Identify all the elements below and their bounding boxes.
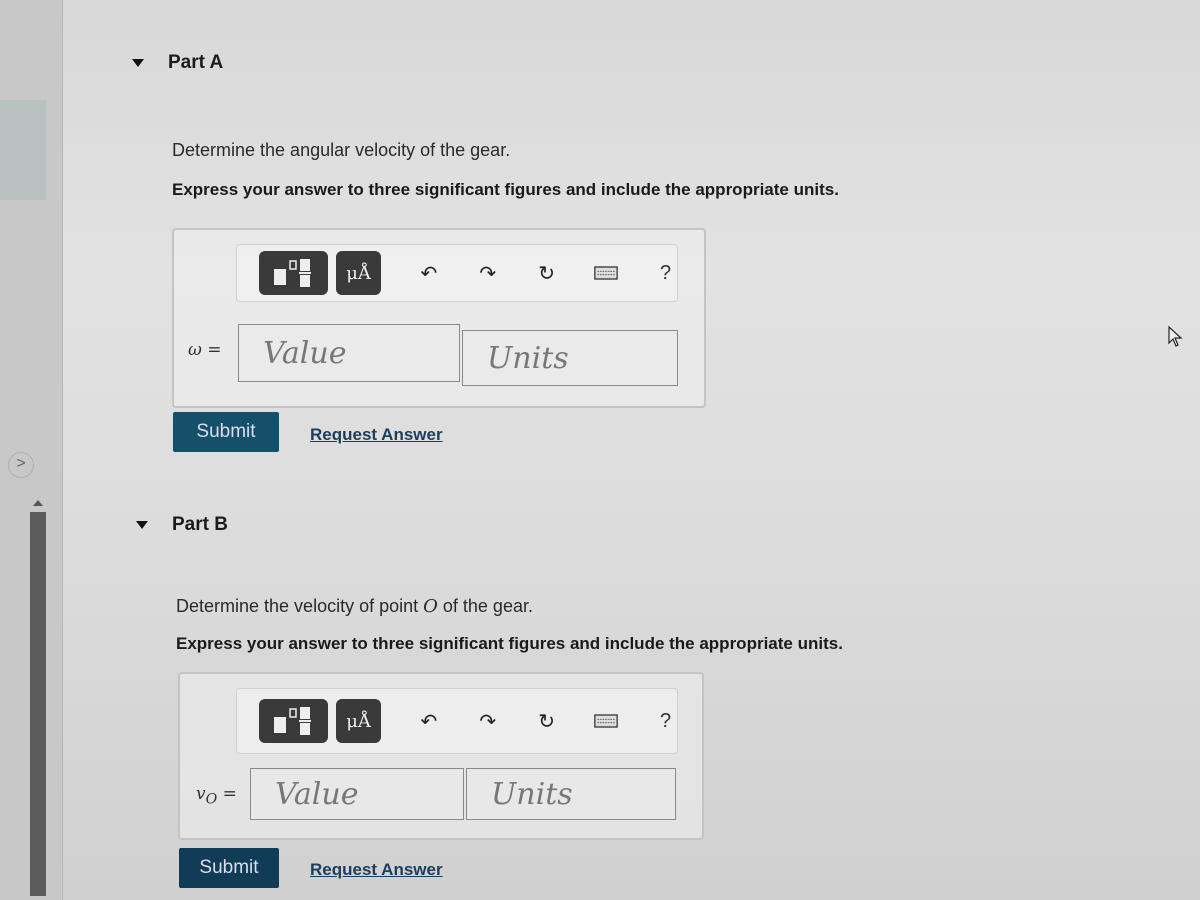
units-placeholder: Units xyxy=(487,340,569,376)
undo-icon: ↶ xyxy=(420,262,438,285)
templates-icon xyxy=(274,707,312,735)
keyboard-button[interactable] xyxy=(594,709,618,733)
mouse-cursor-icon xyxy=(1168,326,1183,347)
part-b-math-toolbar: μÅ ↶ ↷ ↻ ? xyxy=(236,688,678,754)
part-a-submit-button[interactable]: Submit xyxy=(173,412,279,452)
equals-sign: = xyxy=(217,784,237,804)
var-subscript: O xyxy=(205,791,218,808)
scrollbar[interactable] xyxy=(28,500,48,900)
part-a-request-answer-link[interactable]: Request Answer xyxy=(310,425,443,445)
part-a-value-input[interactable]: Value xyxy=(238,324,460,382)
reset-button[interactable]: ↻ xyxy=(535,261,558,285)
collapse-caret-icon[interactable] xyxy=(132,59,144,67)
redo-icon: ↷ xyxy=(479,262,497,285)
part-a-math-toolbar: μÅ ↶ ↷ ↻ ? xyxy=(236,244,678,302)
scroll-up-arrow-icon[interactable] xyxy=(33,500,43,506)
collapse-caret-icon[interactable] xyxy=(136,521,148,529)
var-symbol: v xyxy=(196,784,206,804)
point-symbol: O xyxy=(423,596,438,617)
part-a-title: Part A xyxy=(168,52,224,73)
part-b-request-answer-link[interactable]: Request Answer xyxy=(310,860,443,880)
part-b-question: Determine the velocity of point O of the… xyxy=(176,596,533,617)
units-icon: μÅ xyxy=(346,262,371,284)
part-b-submit-button[interactable]: Submit xyxy=(179,848,279,888)
part-b-value-input[interactable]: Value xyxy=(250,768,464,820)
units-icon: μÅ xyxy=(346,710,371,732)
part-a-answer-box: μÅ ↶ ↷ ↻ ? ω = Value Units xyxy=(172,228,706,408)
part-b-units-input[interactable]: Units xyxy=(466,768,676,820)
help-icon: ? xyxy=(660,261,672,284)
redo-button[interactable]: ↷ xyxy=(476,709,499,733)
units-button[interactable]: μÅ xyxy=(335,699,382,743)
templates-button[interactable] xyxy=(259,699,328,743)
keyboard-button[interactable] xyxy=(594,261,618,285)
templates-button[interactable] xyxy=(259,251,328,295)
reset-icon: ↻ xyxy=(538,710,556,733)
reset-button[interactable]: ↻ xyxy=(535,709,558,733)
part-a-header[interactable]: Part A xyxy=(132,52,223,74)
help-button[interactable]: ? xyxy=(654,261,677,285)
undo-button[interactable]: ↶ xyxy=(417,261,440,285)
sidebar-highlight xyxy=(0,100,46,200)
redo-icon: ↷ xyxy=(479,710,497,733)
units-placeholder: Units xyxy=(491,776,573,812)
part-a-instruction: Express your answer to three significant… xyxy=(172,180,839,199)
help-icon: ? xyxy=(660,709,672,732)
value-placeholder: Value xyxy=(275,776,359,812)
undo-icon: ↶ xyxy=(420,710,438,733)
question-text: of the gear. xyxy=(437,596,533,616)
redo-button[interactable]: ↷ xyxy=(476,261,499,285)
part-a-question: Determine the angular velocity of the ge… xyxy=(172,140,511,160)
part-b-header[interactable]: Part B xyxy=(136,514,228,536)
value-placeholder: Value xyxy=(263,335,347,371)
reset-icon: ↻ xyxy=(538,262,556,285)
expand-sidebar-button[interactable]: > xyxy=(8,452,34,478)
part-b-instruction: Express your answer to three significant… xyxy=(176,634,843,653)
question-text: Determine the velocity of point xyxy=(176,596,424,616)
chevron-right-icon: > xyxy=(16,455,26,472)
scrollbar-thumb[interactable] xyxy=(30,512,46,896)
keyboard-icon xyxy=(594,714,618,728)
undo-button[interactable]: ↶ xyxy=(417,709,440,733)
units-button[interactable]: μÅ xyxy=(335,251,382,295)
part-a-units-input[interactable]: Units xyxy=(462,330,678,386)
left-sidebar: > xyxy=(0,0,63,900)
omega-label: ω = xyxy=(188,340,222,360)
templates-icon xyxy=(274,259,312,287)
part-b-title: Part B xyxy=(172,514,228,535)
part-b-answer-box: μÅ ↶ ↷ ↻ ? vO = Value Units xyxy=(178,672,704,840)
help-button[interactable]: ? xyxy=(654,709,677,733)
keyboard-icon xyxy=(594,266,618,280)
vo-label: vO = xyxy=(196,784,237,807)
